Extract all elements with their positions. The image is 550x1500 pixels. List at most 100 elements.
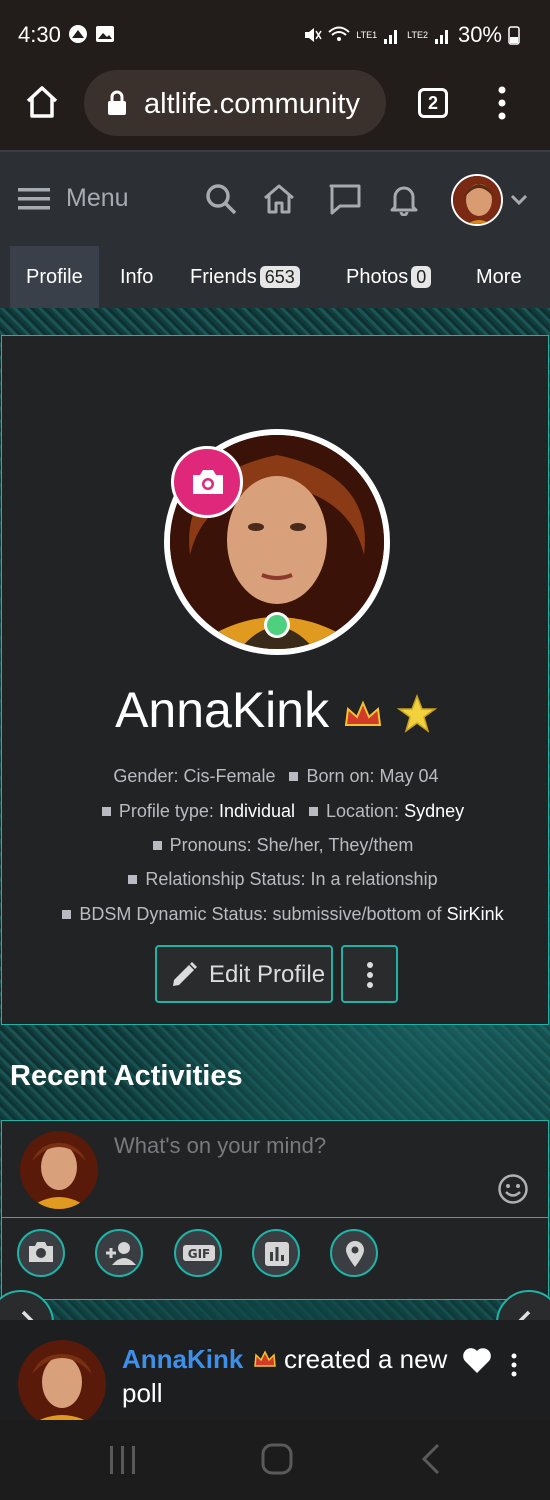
wifi-icon xyxy=(328,26,350,41)
gallery-icon xyxy=(96,26,114,42)
location-label: Location: xyxy=(326,801,400,821)
add-person-icon xyxy=(106,1242,136,1265)
post-composer: What's on your mind? GIF xyxy=(1,1120,549,1300)
activity-portrait-icon xyxy=(18,1340,106,1428)
lte1-label: LTE1 xyxy=(356,29,378,40)
friends-count-badge: 653 xyxy=(259,266,300,288)
meta-row-2: Profile type: Individual Location: Sydney xyxy=(2,801,550,822)
tab-photos[interactable]: Photos 0 xyxy=(346,246,432,308)
search-icon[interactable] xyxy=(204,182,238,216)
photos-count-badge: 0 xyxy=(411,266,432,288)
add-poll-button[interactable] xyxy=(252,1229,300,1277)
status-right: LTE1 LTE2 30% xyxy=(302,22,520,48)
profile-username-row: AnnaKink xyxy=(2,681,550,739)
site-home-icon[interactable] xyxy=(262,182,296,216)
notifications-bell-icon[interactable] xyxy=(387,182,421,216)
lock-icon xyxy=(108,90,126,115)
status-time: 4:30 xyxy=(18,22,61,47)
signal-icon-1 xyxy=(384,30,398,44)
add-photo-button[interactable] xyxy=(17,1229,65,1277)
mute-icon xyxy=(305,28,322,42)
activity-text: created a new xyxy=(284,1344,448,1374)
browser-menu-icon[interactable] xyxy=(492,86,512,120)
meta-row-4: Relationship Status: In a relationship xyxy=(2,869,550,890)
activity-username-link[interactable]: AnnaKink xyxy=(122,1344,243,1375)
tab-more-label: More xyxy=(476,266,522,288)
bdsm-partner-link[interactable]: SirKink xyxy=(447,904,504,924)
signal-icon-2 xyxy=(434,30,448,44)
recent-apps-icon[interactable] xyxy=(108,1444,138,1476)
tab-friends[interactable]: Friends 653 xyxy=(190,246,300,308)
location-value: Sydney xyxy=(404,801,465,821)
online-status-dot xyxy=(264,612,290,638)
tab-switcher-button[interactable]: 2 xyxy=(418,88,448,118)
meta-row-1: Gender: Cis-Female Born on: May 04 xyxy=(2,766,550,787)
change-photo-button[interactable] xyxy=(171,446,243,518)
back-icon[interactable] xyxy=(420,1442,442,1476)
meta-row-3: Pronouns: She/her, They/them xyxy=(2,835,550,856)
tab-profile-label: Profile xyxy=(26,266,83,288)
profile-username: AnnaKink xyxy=(115,682,330,738)
hamburger-icon[interactable] xyxy=(18,186,50,212)
tag-friends-button[interactable] xyxy=(95,1229,143,1277)
edit-profile-label: Edit Profile xyxy=(209,961,326,988)
tab-friends-label: Friends xyxy=(190,266,257,288)
camera-icon xyxy=(193,470,223,494)
profile-more-options-button[interactable] xyxy=(341,945,398,1003)
url-text: altlife.community xyxy=(144,88,360,120)
crown-badge-icon xyxy=(344,700,382,726)
profile-type-value: Individual xyxy=(218,801,295,821)
tab-info[interactable]: Info xyxy=(120,246,153,308)
home-button-icon[interactable] xyxy=(260,1442,294,1476)
meta-row-5: BDSM Dynamic Status: submissive/bottom o… xyxy=(2,904,550,925)
location-pin-icon xyxy=(346,1241,364,1267)
gif-icon: GIF xyxy=(183,1245,215,1261)
star-badge-icon xyxy=(396,693,438,733)
pronouns-text: Pronouns: She/her, They/them xyxy=(169,835,414,855)
pencil-icon xyxy=(173,962,197,986)
battery-percent: 30% xyxy=(457,22,502,47)
tab-info-label: Info xyxy=(120,266,154,288)
emoji-icon[interactable] xyxy=(497,1173,529,1205)
profile-card: AnnaKink Gender: Cis-Female Born on: May … xyxy=(1,335,549,1025)
gender-text: Gender: Cis-Female xyxy=(113,766,276,786)
composer-portrait-icon xyxy=(20,1131,98,1209)
tab-more[interactable]: More xyxy=(476,246,522,308)
add-location-button[interactable] xyxy=(330,1229,378,1277)
profile-type-label: Profile type: xyxy=(118,801,214,821)
android-nav-bar xyxy=(0,1420,550,1500)
tab-profile[interactable]: Profile xyxy=(10,246,99,308)
camera-icon xyxy=(29,1242,53,1262)
bdsm-status-text: BDSM Dynamic Status: submissive/bottom o… xyxy=(79,904,442,924)
bullet-icon xyxy=(128,875,138,884)
edit-profile-button[interactable]: Edit Profile xyxy=(155,945,333,1003)
activity-text-continued: poll xyxy=(122,1378,163,1408)
address-bar[interactable]: altlife.community xyxy=(84,70,386,136)
chevron-down-icon[interactable] xyxy=(510,194,528,206)
browser-toolbar: altlife.community 2 xyxy=(0,68,550,150)
heart-icon[interactable] xyxy=(462,1346,492,1374)
home-icon[interactable] xyxy=(24,84,60,120)
user-avatar-small[interactable] xyxy=(451,174,503,226)
recent-activities-heading: Recent Activities xyxy=(10,1060,243,1092)
activity-avatar[interactable] xyxy=(18,1340,106,1428)
more-vertical-icon xyxy=(367,962,373,988)
bullet-icon xyxy=(62,910,72,919)
bullet-icon xyxy=(289,772,299,781)
menu-label[interactable]: Menu xyxy=(66,184,129,213)
add-gif-button[interactable]: GIF xyxy=(174,1229,222,1277)
composer-input[interactable]: What's on your mind? xyxy=(114,1133,326,1159)
born-text: Born on: May 04 xyxy=(306,766,439,786)
bullet-icon xyxy=(152,841,162,850)
messages-icon[interactable] xyxy=(328,182,362,216)
activity-more-icon[interactable] xyxy=(510,1352,518,1378)
activity-item: AnnaKink created a new poll xyxy=(0,1320,550,1428)
tab-photos-label: Photos xyxy=(346,266,409,288)
lte2-label: LTE2 xyxy=(407,29,428,40)
avatar-portrait-icon xyxy=(453,176,501,224)
relationship-text: Relationship Status: In a relationship xyxy=(145,869,438,889)
status-bar: 4:30 LTE1 LTE2 30% xyxy=(0,0,550,68)
bullet-icon xyxy=(101,807,111,816)
bullet-icon xyxy=(309,807,318,816)
site-navbar: Menu xyxy=(0,150,550,246)
